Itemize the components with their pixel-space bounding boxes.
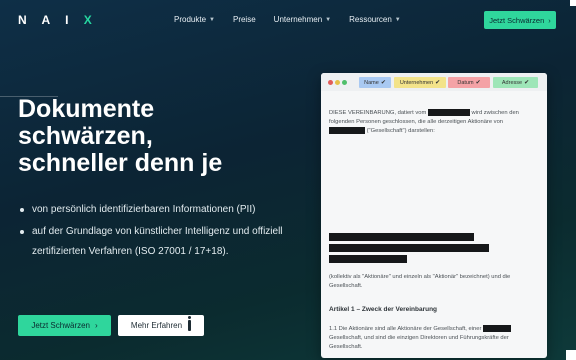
menu-item-unternehmen[interactable]: Unternehmen ▼ [274, 15, 331, 24]
redaction-bar [427, 109, 470, 116]
headline-line: Dokumente [18, 95, 155, 123]
hero-headline: Dokumente schwärzen, schneller denn je [18, 96, 318, 177]
tag-label: Adresse [501, 79, 523, 86]
primary-cta-label: Jetzt Schwärzen [31, 321, 91, 330]
checkmark-icon: ✔ [435, 80, 441, 86]
learn-more-button[interactable]: Mehr Erfahren [118, 315, 204, 336]
chevron-down-icon: ▼ [209, 16, 215, 23]
article-title: Artikel 1 – Zweck der Vereinbarung [329, 306, 438, 313]
page: N A I X Produkte ▼ Preise Unternehmen ▼ … [0, 0, 576, 360]
document-paragraph: DIESE VEREINBARUNG, datiert vom wird zwi… [329, 109, 534, 136]
list-item: auf der Grundlage von künstlicher Intell… [18, 222, 308, 262]
paragraph-text: DIESE VEREINBARUNG, datiert vom [329, 110, 427, 117]
menu-item-label: Unternehmen [273, 15, 323, 24]
menu-item-label: Produkte [174, 15, 207, 24]
chevron-down-icon: ▼ [325, 16, 332, 23]
menu-item-ressourcen[interactable]: Ressourcen ▼ [349, 15, 401, 24]
menu-item-label: Preise [232, 15, 256, 24]
checkmark-icon: ✔ [475, 80, 481, 86]
tag-address[interactable]: Adresse ✔ [493, 77, 538, 88]
list-item: von persönlich identifizierbaren Informa… [18, 200, 308, 220]
window-close-dot [328, 80, 333, 85]
learn-more-label: Mehr Erfahren [130, 321, 183, 330]
document-paragraph: 1.1 Die Aktionäre sind alle Aktionäre de… [329, 325, 534, 352]
redaction-bar [483, 325, 512, 332]
document-toolbar: Name ✔ Unternehmen ✔ Datum ✔ Adresse ✔ [321, 73, 547, 91]
menu-item-preise[interactable]: Preise [233, 15, 256, 24]
tag-label: Name [364, 79, 379, 86]
menu-item-label: Ressourcen [349, 15, 392, 24]
nav-cta-label: Jetzt Schwärzen [489, 15, 545, 25]
chevron-right-icon: › [95, 321, 98, 330]
main-menu: Produkte ▼ Preise Unternehmen ▼ Ressourc… [174, 15, 401, 24]
tag-name[interactable]: Name ✔ [359, 77, 391, 88]
checkmark-icon: ✔ [380, 80, 386, 86]
window-maximize-dot [342, 80, 347, 85]
redaction-bar [329, 127, 365, 135]
redaction-bar [329, 255, 407, 263]
chevron-right-icon: › [548, 15, 551, 25]
primary-cta-button[interactable]: Jetzt Schwärzen › [18, 315, 111, 336]
tag-label: Datum [457, 79, 474, 86]
checkmark-icon: ✔ [524, 80, 530, 86]
info-icon [188, 316, 192, 331]
headline-line: schneller denn je [18, 149, 223, 177]
headline-line: schwärzen, [18, 122, 153, 150]
document-preview: Name ✔ Unternehmen ✔ Datum ✔ Adresse ✔ DIESE… [321, 73, 547, 358]
window-minimize-dot [335, 80, 340, 85]
feature-list: von persönlich identifizierbaren Informa… [18, 200, 308, 264]
redaction-bar [329, 233, 474, 241]
corner-edge [566, 350, 576, 360]
tag-label: Unternehmen [399, 79, 434, 86]
chevron-down-icon: ▼ [394, 16, 401, 23]
menu-item-produkte[interactable]: Produkte ▼ [174, 15, 215, 24]
tag-company[interactable]: Unternehmen ✔ [394, 77, 446, 88]
nav-cta-button[interactable]: Jetzt Schwärzen › [484, 11, 556, 29]
document-paragraph: (kollektiv als "Aktionäre" und einzeln a… [329, 274, 511, 289]
paragraph-text: 1.1 Die Aktionäre sind alle Aktionäre de… [329, 326, 482, 333]
paragraph-text: ("Gesellschaft") darstellen: [366, 128, 435, 135]
logo[interactable]: N A I X [18, 13, 98, 27]
redaction-bar [329, 244, 489, 252]
top-navigation: N A I X Produkte ▼ Preise Unternehmen ▼ … [0, 0, 576, 40]
tag-date[interactable]: Datum ✔ [448, 77, 490, 88]
paragraph-text: Gesellschaft, und sind die einzigen Dire… [329, 335, 509, 351]
